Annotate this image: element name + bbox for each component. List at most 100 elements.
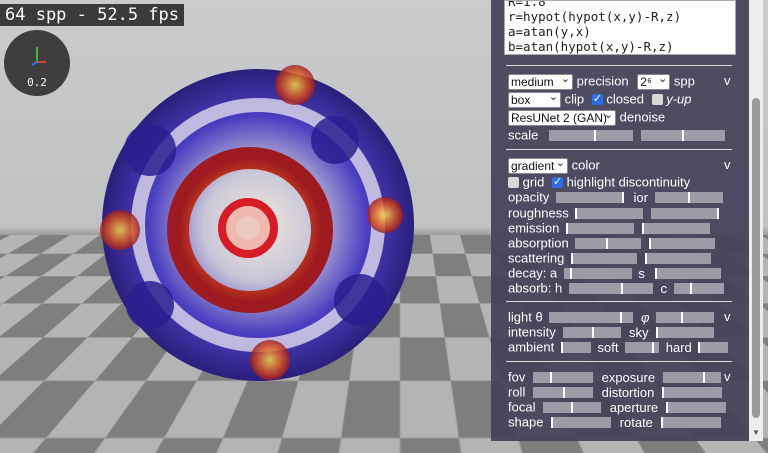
absorb-c-slider[interactable]: [674, 283, 724, 294]
scattering-slider[interactable]: [571, 253, 637, 264]
slider-thumb[interactable]: [656, 327, 658, 338]
scroll-down-icon[interactable]: ▼: [752, 428, 760, 436]
slider-thumb[interactable]: [594, 130, 596, 141]
slider-thumb[interactable]: [717, 208, 719, 219]
ior-slider[interactable]: [655, 192, 723, 203]
light-phi-slider[interactable]: [656, 312, 714, 323]
ambient-slider[interactable]: [561, 342, 591, 353]
highlight-label: highlight discontinuity: [567, 175, 691, 190]
decay-s-slider[interactable]: [655, 268, 721, 279]
soft-slider[interactable]: [625, 342, 659, 353]
slider-thumb[interactable]: [566, 223, 568, 234]
absorb-h-slider[interactable]: [569, 283, 653, 294]
divider: [506, 149, 732, 150]
slider-thumb[interactable]: [571, 253, 573, 264]
decay-row: decay: a s: [508, 265, 721, 281]
shape-slider[interactable]: [551, 417, 611, 428]
code-line: R=1.8: [508, 0, 732, 9]
code-line: b=atan(hypot(x,y)-R,z): [508, 39, 732, 54]
absorption-slider-2[interactable]: [649, 238, 715, 249]
slider-thumb[interactable]: [703, 372, 705, 383]
panel-scrollbar[interactable]: ▼: [749, 0, 763, 441]
code-editor[interactable]: R=1.8 r=hypot(hypot(x,y)-R,z) a=atan(y,x…: [504, 0, 736, 55]
axis-gizmo[interactable]: 0.2: [4, 30, 70, 96]
slider-thumb[interactable]: [550, 372, 552, 383]
object-node: [250, 340, 290, 380]
distortion-slider[interactable]: [662, 387, 722, 398]
slider-thumb[interactable]: [652, 342, 654, 353]
absorption-slider[interactable]: [575, 238, 641, 249]
denoise-select[interactable]: ResUNet 2 (GAN): [508, 110, 616, 126]
slider-thumb[interactable]: [606, 238, 608, 249]
ior-label: ior: [633, 190, 647, 205]
yup-checkbox[interactable]: [652, 94, 663, 105]
roughness-label: roughness: [508, 206, 569, 221]
color-collapse-toggle[interactable]: v: [724, 157, 731, 172]
scrollbar-thumb[interactable]: [752, 98, 760, 418]
slider-thumb[interactable]: [571, 402, 573, 413]
camera-collapse-toggle[interactable]: v: [724, 369, 731, 384]
clip-select[interactable]: box: [508, 92, 561, 108]
intensity-slider[interactable]: [563, 327, 621, 338]
slider-thumb[interactable]: [551, 417, 553, 428]
focal-slider[interactable]: [543, 402, 601, 413]
slider-thumb[interactable]: [561, 342, 563, 353]
scale-slider[interactable]: [549, 130, 633, 141]
slider-thumb[interactable]: [681, 312, 683, 323]
scale-label: scale: [508, 128, 538, 143]
slider-thumb[interactable]: [690, 283, 692, 294]
render-collapse-toggle[interactable]: v: [724, 73, 731, 88]
slider-thumb[interactable]: [642, 223, 644, 234]
focal-label: focal: [508, 400, 535, 415]
exposure-slider[interactable]: [663, 372, 721, 383]
color-mode-select[interactable]: gradient: [508, 158, 568, 174]
light-theta-slider[interactable]: [549, 312, 633, 323]
slider-thumb[interactable]: [645, 253, 647, 264]
slider-thumb[interactable]: [575, 208, 577, 219]
roughness-slider[interactable]: [575, 208, 643, 219]
gizmo-value: 0.2: [4, 76, 70, 89]
closed-checkbox[interactable]: [592, 94, 603, 105]
precision-select[interactable]: medium: [508, 74, 573, 90]
scale-slider-2[interactable]: [641, 130, 725, 141]
rotate-slider[interactable]: [661, 417, 721, 428]
absorption-row: absorption: [508, 235, 715, 251]
slider-thumb[interactable]: [649, 238, 651, 249]
slider-thumb[interactable]: [622, 192, 624, 203]
roll-slider[interactable]: [533, 387, 593, 398]
highlight-checkbox[interactable]: [552, 177, 563, 188]
sky-label: sky: [629, 325, 649, 340]
slider-thumb[interactable]: [570, 268, 572, 279]
opacity-slider[interactable]: [556, 192, 624, 203]
aperture-label: aperture: [610, 400, 658, 415]
absorb-h-label: absorb: h: [508, 281, 562, 296]
object-hole: [126, 281, 174, 329]
scale-row: scale: [508, 127, 725, 143]
hard-slider[interactable]: [698, 342, 728, 353]
spp-label: spp: [674, 74, 695, 89]
fov-slider[interactable]: [533, 372, 593, 383]
scattering-slider-2[interactable]: [645, 253, 711, 264]
slider-thumb[interactable]: [682, 130, 684, 141]
aperture-slider[interactable]: [666, 402, 726, 413]
slider-thumb[interactable]: [698, 342, 700, 353]
slider-thumb[interactable]: [688, 192, 690, 203]
slider-thumb[interactable]: [655, 268, 657, 279]
light-collapse-toggle[interactable]: v: [724, 309, 731, 324]
slider-thumb[interactable]: [620, 312, 622, 323]
decay-a-slider[interactable]: [564, 268, 632, 279]
spp-select[interactable]: 2⁶: [637, 74, 670, 90]
slider-thumb[interactable]: [621, 283, 623, 294]
emission-slider-2[interactable]: [642, 223, 710, 234]
slider-thumb[interactable]: [666, 402, 668, 413]
sky-slider[interactable]: [656, 327, 714, 338]
grid-checkbox[interactable]: [508, 177, 519, 188]
soft-label: soft: [598, 340, 619, 355]
slider-thumb[interactable]: [563, 387, 565, 398]
roughness-slider-2[interactable]: [651, 208, 719, 219]
slider-thumb[interactable]: [662, 387, 664, 398]
emission-slider[interactable]: [566, 223, 634, 234]
divider: [506, 361, 732, 362]
slider-thumb[interactable]: [661, 417, 663, 428]
slider-thumb[interactable]: [592, 327, 594, 338]
